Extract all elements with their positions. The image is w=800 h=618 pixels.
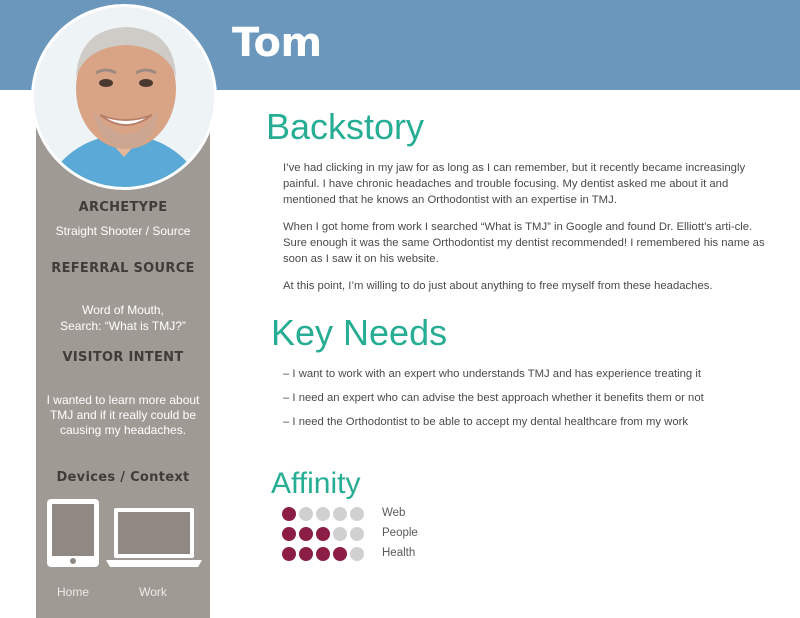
- key-need-item: – I want to work with an expert who unde…: [283, 368, 702, 380]
- affinity-dot-empty: [333, 507, 347, 521]
- tablet-label: Home: [56, 585, 89, 599]
- intent-line3: causing my headaches.: [59, 423, 187, 437]
- affinity-dot-filled: [299, 527, 313, 541]
- affinity-dot-filled: [282, 527, 296, 541]
- affinity-heading: Affinity: [271, 467, 361, 500]
- intent-line2: TMJ and if it really could be: [49, 408, 197, 422]
- intent-line1: I wanted to learn more about: [46, 393, 200, 407]
- affinity-label: Web: [382, 507, 406, 519]
- avatar: [31, 4, 217, 190]
- backstory-paragraph: When I got home from work I searched “Wh…: [283, 221, 765, 265]
- affinity-dot-empty: [350, 507, 364, 521]
- key-need-item: – I need the Orthodontist to be able to …: [283, 416, 689, 428]
- affinity-dot-empty: [299, 507, 313, 521]
- persona-name: Tom: [232, 20, 322, 66]
- affinity-dot-filled: [282, 547, 296, 561]
- backstory-text: I’ve had clicking in my jaw for as long …: [283, 160, 773, 305]
- referral-line1: Word of Mouth,: [82, 303, 164, 317]
- devices-heading: Devices / Context: [56, 470, 190, 485]
- tablet-icon: [47, 499, 99, 567]
- referral-heading: REFERRAL SOURCE: [51, 261, 195, 276]
- archetype-heading: ARCHETYPE: [78, 200, 168, 215]
- laptop-icon: [106, 508, 202, 567]
- key-need-item: – I need an expert who can advise the be…: [283, 392, 704, 404]
- key-needs-heading: Key Needs: [271, 312, 448, 353]
- affinity-dot-filled: [299, 547, 313, 561]
- affinity-dot-empty: [316, 507, 330, 521]
- backstory-paragraph: At this point, I’m willing to do just ab…: [283, 280, 713, 292]
- affinity-dot-empty: [350, 527, 364, 541]
- referral-line2: Search: “What is TMJ?”: [60, 319, 186, 333]
- affinity-dot-empty: [350, 547, 364, 561]
- affinity-dot-filled: [333, 547, 347, 561]
- affinity-dot-filled: [282, 507, 296, 521]
- affinity-label: Health: [382, 547, 416, 559]
- affinity-dot-empty: [333, 527, 347, 541]
- archetype-value: Straight Shooter / Source: [55, 224, 191, 238]
- affinity-dot-filled: [316, 547, 330, 561]
- backstory-heading: Backstory: [266, 106, 425, 147]
- intent-heading: VISITOR INTENT: [62, 350, 184, 365]
- laptop-label: Work: [139, 585, 167, 599]
- affinity-label: People: [382, 527, 418, 539]
- affinity-dot-filled: [316, 527, 330, 541]
- backstory-paragraph: I’ve had clicking in my jaw for as long …: [283, 162, 746, 206]
